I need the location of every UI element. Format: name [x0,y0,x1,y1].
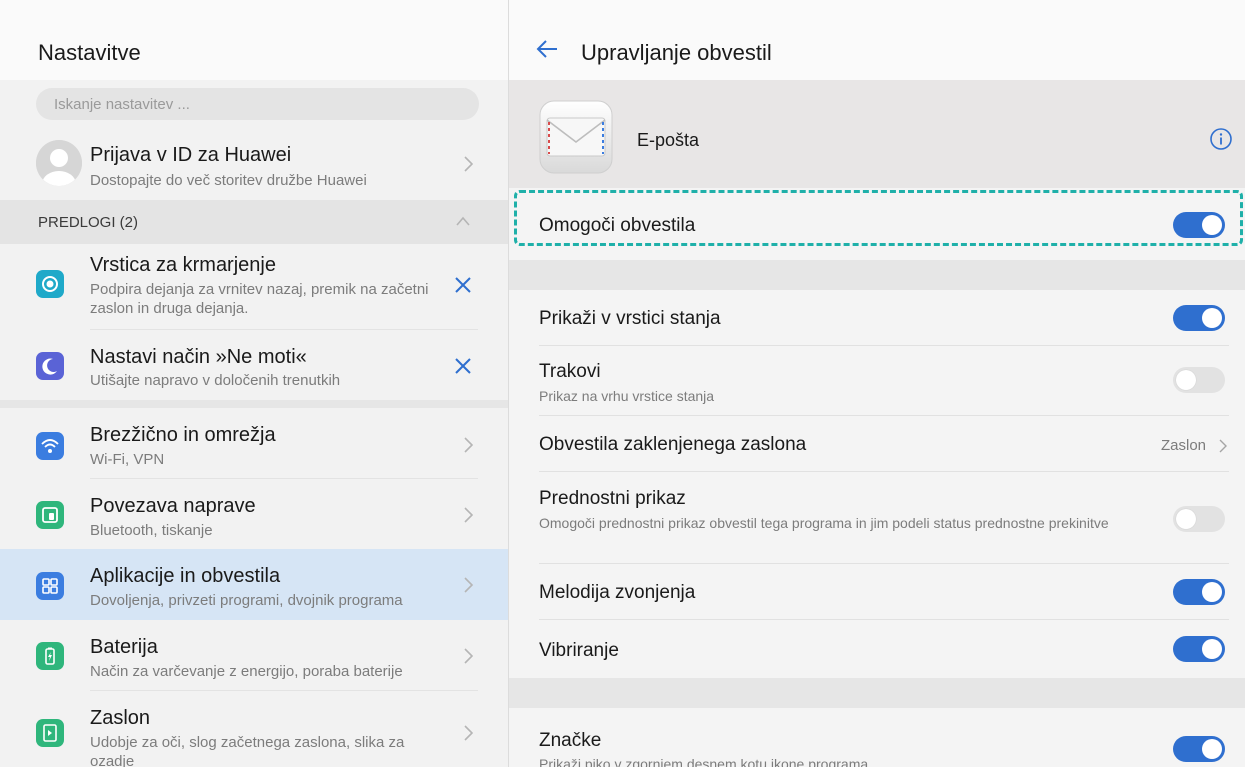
sidebar-item-device-connection[interactable]: Povezava naprave Bluetooth, tiskanje [0,479,508,549]
row-subtitle: Omogoči prednostni prikaz obvestil tega … [539,515,1109,531]
panel-header: Upravljanje obvestil [509,0,1245,80]
section-gap [509,260,1245,290]
chevron-right-icon [462,575,476,595]
sidebar-header: Nastavitve [0,0,508,80]
ringtone-toggle[interactable] [1173,579,1225,605]
sidebar-item-subtitle: Dovoljenja, privzeti programi, dvojnik p… [90,592,403,609]
email-app-icon [539,100,613,174]
suggestion-title: Nastavi način »Ne moti« [90,346,307,368]
vibration-row[interactable]: Vibriranje [509,620,1245,678]
vibration-toggle[interactable] [1173,636,1225,662]
settings-sidebar: Nastavitve Iskanje nastavitev ... Prijav… [0,0,508,767]
navigation-bar-icon [36,270,64,298]
app-name: E-pošta [637,130,700,150]
sidebar-item-subtitle: Udobje za oči, slog začetnega zaslona, s… [90,734,405,767]
chevron-right-icon [462,646,476,666]
app-header: E-pošta [509,80,1245,188]
banners-toggle[interactable] [1173,367,1225,393]
row-subtitle: Prikaz na vrhu vrstice stanja [539,388,715,404]
status-bar-toggle[interactable] [1173,305,1225,331]
sidebar-item-wireless[interactable]: Brezžično in omrežja Wi-Fi, VPN [0,408,508,478]
row-label: Melodija zvonjenja [539,582,696,603]
suggestion-item-navigation-bar[interactable]: Vrstica za krmarjenje Podpira dejanja za… [0,244,508,330]
page-title: Upravljanje obvestil [581,40,772,65]
section-gap [0,400,508,408]
suggestion-title: Vrstica za krmarjenje [90,254,276,276]
notification-management-panel: Upravljanje obvestil E-pošta Omogoči obv… [509,0,1245,767]
close-icon[interactable] [452,274,474,296]
lock-screen-row[interactable]: Obvestila zaklenjenega zaslona Zaslon [509,416,1245,472]
row-label: Prikaži v vrstici stanja [539,308,721,329]
back-arrow-icon[interactable] [535,38,559,60]
section-gap [509,678,1245,708]
suggestions-label: PREDLOGI (2) [38,214,139,231]
wifi-icon [36,432,64,460]
sidebar-item-apps-notifications[interactable]: Aplikacije in obvestila Dovoljenja, priv… [0,549,508,620]
huawei-id-title: Prijava v ID za Huawei [90,144,292,166]
display-icon [36,719,64,747]
sidebar-item-subtitle: Wi-Fi, VPN [90,451,165,468]
sidebar-item-title: Aplikacije in obvestila [90,565,281,587]
sidebar-title: Nastavitve [38,40,141,65]
row-label: Značke [539,730,602,751]
chevron-right-icon [462,435,476,455]
chevron-up-icon[interactable] [455,214,471,226]
sidebar-item-subtitle: Način za varčevanje z energijo, poraba b… [90,663,403,680]
row-label: Obvestila zaklenjenega zaslona [539,434,807,455]
badges-row[interactable]: Značke Prikaži piko v zgornjem desnem ko… [509,708,1245,767]
avatar [36,140,82,186]
chevron-right-icon [462,154,476,174]
sidebar-item-title: Brezžično in omrežja [90,424,276,446]
huawei-id-subtitle: Dostopajte do več storitev družbe Huawei [90,172,367,189]
chevron-right-icon [1218,438,1228,454]
moon-icon [36,352,64,380]
sidebar-item-title: Zaslon [90,707,151,729]
suggestions-header[interactable]: PREDLOGI (2) [0,200,508,244]
row-label: Prednostni prikaz [539,488,686,509]
sidebar-item-display[interactable]: Zaslon Udobje za oči, slog začetnega zas… [0,691,508,767]
lock-screen-value: Zaslon [1161,437,1207,454]
sidebar-item-subtitle: Bluetooth, tiskanje [90,522,213,539]
row-label: Vibriranje [539,640,619,661]
enable-notifications-label: Omogoči obvestila [539,215,696,236]
enable-notifications-row[interactable]: Omogoči obvestila [509,188,1245,260]
badges-toggle[interactable] [1173,736,1225,762]
device-connection-icon [36,501,64,529]
suggestion-subtitle: Podpira dejanja za vrnitev nazaj, premik… [90,281,429,317]
sidebar-item-title: Baterija [90,636,158,658]
search-input[interactable]: Iskanje nastavitev ... [36,88,479,120]
sidebar-item-title: Povezava naprave [90,495,256,517]
row-subtitle: Prikaži piko v zgornjem desnem kotu ikon… [539,756,869,767]
banners-row[interactable]: Trakovi Prikaz na vrhu vrstice stanja [509,346,1245,416]
ringtone-row[interactable]: Melodija zvonjenja [509,564,1245,620]
suggestion-subtitle: Utišajte napravo v določenih trenutkih [90,372,341,389]
search-placeholder: Iskanje nastavitev ... [54,96,190,113]
enable-notifications-toggle[interactable] [1173,212,1225,238]
priority-display-toggle[interactable] [1173,506,1225,532]
suggestion-item-do-not-disturb[interactable]: Nastavi način »Ne moti« Utišajte napravo… [0,330,508,400]
chevron-right-icon [462,505,476,525]
huawei-id-row[interactable]: Prijava v ID za Huawei Dostopajte do več… [0,130,508,196]
close-icon[interactable] [452,355,474,377]
priority-display-row[interactable]: Prednostni prikaz Omogoči prednostni pri… [509,472,1245,564]
status-bar-row[interactable]: Prikaži v vrstici stanja [509,290,1245,346]
sidebar-item-battery[interactable]: Baterija Način za varčevanje z energijo,… [0,620,508,690]
info-icon[interactable] [1209,127,1233,151]
chevron-right-icon [462,723,476,743]
apps-icon [36,572,64,600]
row-label: Trakovi [539,361,601,382]
battery-icon [36,642,64,670]
